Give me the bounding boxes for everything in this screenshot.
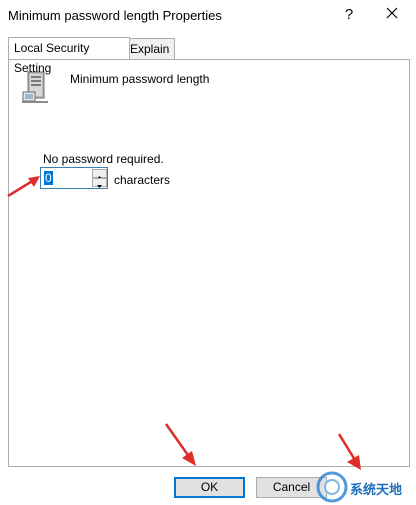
close-button[interactable] bbox=[379, 4, 405, 26]
tab-explain[interactable]: Explain bbox=[124, 38, 175, 59]
password-length-stepper[interactable]: 0 bbox=[40, 167, 108, 189]
policy-name: Minimum password length bbox=[70, 72, 210, 86]
help-button[interactable]: ? bbox=[338, 4, 360, 26]
status-text: No password required. bbox=[43, 152, 164, 166]
chevron-down-icon bbox=[97, 185, 102, 188]
ok-button[interactable]: OK bbox=[174, 477, 245, 498]
spin-up-button[interactable] bbox=[92, 169, 107, 179]
unit-label: characters bbox=[114, 173, 171, 187]
title-bar: Minimum password length Properties ? bbox=[0, 0, 416, 31]
watermark-text: 系统天地 bbox=[350, 482, 403, 497]
watermark-logo bbox=[316, 471, 348, 503]
close-icon bbox=[386, 7, 398, 19]
tab-local-security-setting[interactable]: Local Security Setting bbox=[8, 37, 130, 75]
password-length-value[interactable]: 0 bbox=[44, 171, 53, 185]
window-title: Minimum password length Properties bbox=[8, 8, 222, 23]
tab-panel bbox=[8, 59, 410, 467]
spin-down-button[interactable] bbox=[92, 178, 107, 188]
